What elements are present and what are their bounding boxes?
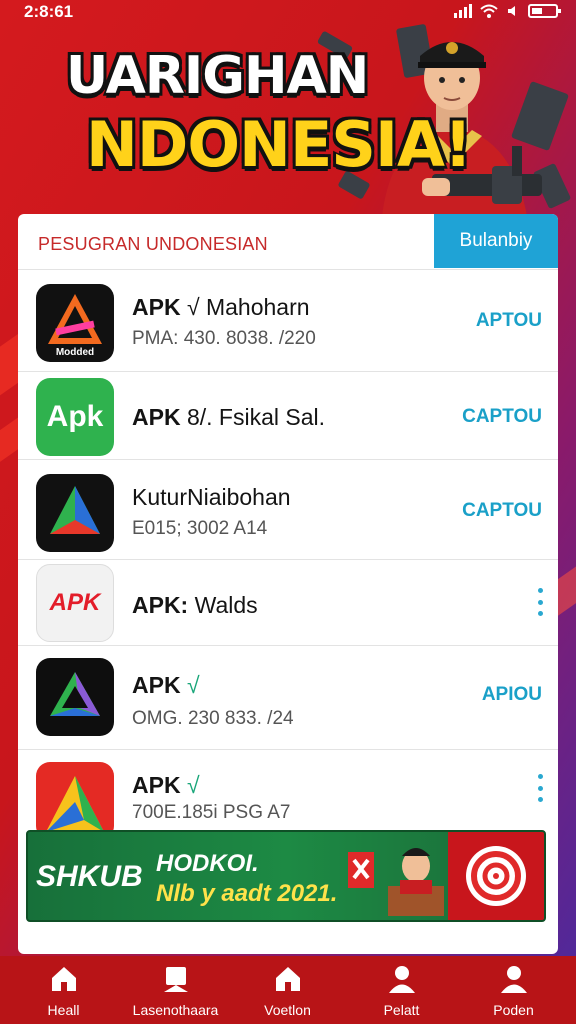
banner-logo-panel xyxy=(448,832,544,920)
profile-icon xyxy=(163,967,188,992)
nav-label: Voetlon xyxy=(264,1002,311,1018)
app-meta: 700E.185i PSG A7 xyxy=(132,802,291,823)
nav-item-pelatt[interactable]: Pelatt xyxy=(344,964,459,1018)
banner-illustration xyxy=(348,848,444,916)
status-time: 2:8:61 xyxy=(24,2,74,21)
list-item[interactable]: KuturNiaibohan E015; 3002 A14 CAPTOU xyxy=(18,460,558,560)
apk-icon-label: APK xyxy=(49,589,101,616)
app-meta: OMG. 230 833. /24 xyxy=(132,708,294,729)
nav-item-profile[interactable]: Lasenothaara xyxy=(118,964,233,1018)
apk-icon: Apk xyxy=(36,378,114,456)
list-item[interactable]: APK APK: Walds xyxy=(18,560,558,646)
nav-label: Poden xyxy=(493,1002,534,1018)
more-options-icon[interactable] xyxy=(536,588,544,616)
download-button[interactable]: CAPTOU xyxy=(462,500,542,522)
app-name: APK: Walds xyxy=(132,592,258,618)
apk-icon-label: Apk xyxy=(46,400,104,433)
app-name: APK 8/. Fsikal Sal. xyxy=(132,404,325,430)
list-item[interactable]: Modded APK √ Mahoharn PMA: 430. 8038. /2… xyxy=(18,270,558,372)
app-name: APK √ Mahoharn xyxy=(132,294,310,320)
home-icon xyxy=(51,967,76,991)
nav-item-home[interactable]: Heall xyxy=(6,964,121,1018)
ad-banner[interactable]: SHKUB HODKOI. Nlb y aadt 2021. xyxy=(26,830,546,922)
hero-banner: UARIGHAN NDONESIA! xyxy=(0,23,576,216)
user-icon xyxy=(500,966,527,993)
battery-icon xyxy=(528,4,561,18)
app-name: KuturNiaibohan xyxy=(132,484,291,510)
app-logo-label: Modded xyxy=(55,347,95,358)
bottom-navigation: Heall Lasenothaara Voetlon Pelatt Poden xyxy=(0,956,576,1024)
signal-icon xyxy=(454,4,472,18)
download-button[interactable]: CAPTOU xyxy=(462,406,542,428)
app-logo-icon: Modded xyxy=(36,284,114,362)
card-header: PESUGRAN UNDONESIAN Bulanbiy xyxy=(18,214,558,270)
nav-label: Heall xyxy=(47,1002,80,1018)
app-name: APK √ xyxy=(132,672,200,698)
status-icons xyxy=(454,4,561,18)
hero-title-line2: NDONESIA! xyxy=(86,108,472,181)
app-logo-icon xyxy=(36,762,114,840)
list-item[interactable]: Apk APK 8/. Fsikal Sal. CAPTOU xyxy=(18,372,558,460)
spiral-logo-icon xyxy=(466,846,526,906)
app-meta: PMA: 430. 8038. /220 xyxy=(132,328,316,349)
status-bar: 2:8:61 xyxy=(0,0,576,26)
app-meta: E015; 3002 A14 xyxy=(132,518,268,539)
wifi-icon xyxy=(480,4,498,18)
app-logo-icon xyxy=(36,658,114,736)
apk-icon: APK xyxy=(36,564,114,642)
hero-title-line1: UARIGHAN xyxy=(66,46,369,106)
nav-label: Pelatt xyxy=(383,1002,420,1018)
banner-subline: Nlb y aadt 2021. xyxy=(156,880,338,907)
download-button[interactable]: APTOU xyxy=(476,310,542,332)
card-title: PESUGRAN UNDONESIAN xyxy=(38,234,268,254)
user-icon xyxy=(388,966,415,993)
nav-label: Lasenothaara xyxy=(132,1002,219,1018)
nav-item-poden[interactable]: Poden xyxy=(456,964,571,1018)
app-logo-icon xyxy=(36,474,114,552)
mute-icon xyxy=(508,6,515,16)
nav-item-voetlon[interactable]: Voetlon xyxy=(230,964,345,1018)
app-name: APK √ xyxy=(132,772,200,798)
banner-headline: HODKOI. xyxy=(156,850,259,877)
more-options-icon[interactable] xyxy=(536,774,544,802)
header-action-button[interactable]: Bulanbiy xyxy=(434,214,558,268)
banner-brand: SHKUB xyxy=(36,860,143,893)
home-icon xyxy=(275,967,300,991)
list-item[interactable]: APK √ OMG. 230 833. /24 APIOU xyxy=(18,646,558,750)
download-button[interactable]: APIOU xyxy=(482,684,542,706)
